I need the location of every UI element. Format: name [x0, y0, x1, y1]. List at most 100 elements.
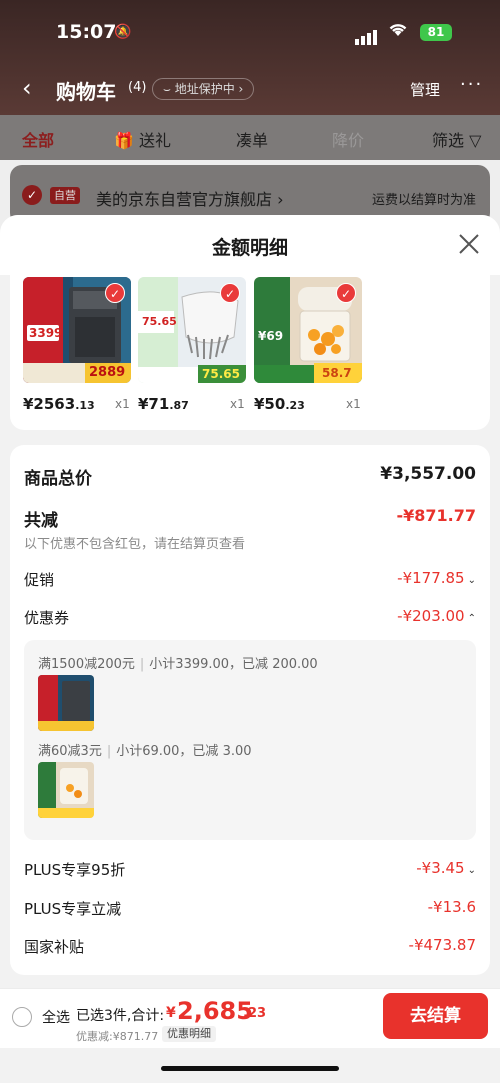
sheet-header: 金额明细	[0, 215, 500, 275]
product-item[interactable]: 3399 2889 ✓ ¥2563.13 x1	[23, 277, 131, 413]
address-protect-label: 地址保护中	[174, 82, 235, 96]
goods-total-row: 商品总价 ¥3,557.00	[24, 464, 476, 489]
coupon-item: 满60减3元 | 小计69.00，已减 3.00	[38, 744, 252, 759]
selected-count: 已选3件,合计:	[76, 1008, 165, 1024]
sheet-title: 金额明细	[211, 237, 288, 259]
store-name[interactable]: 美的京东自营官方旗舰店 ›	[96, 186, 284, 210]
plus-instant-value: -¥13.6	[427, 898, 476, 916]
price-int: ¥50	[254, 395, 286, 413]
home-indicator	[161, 1066, 339, 1071]
product-qty: x1	[346, 397, 361, 411]
total-currency: ¥	[166, 1005, 176, 1021]
subsidy-value: -¥473.87	[408, 936, 476, 954]
self-operated-badge: 自营	[50, 187, 80, 204]
thumb-price: 75.65	[142, 315, 177, 328]
cart-tabs: 全部 🎁 送礼 凑单 降价 筛选 ▽	[0, 115, 500, 160]
total-reduce-label: 共减	[24, 511, 58, 531]
coupon-label: 优惠券	[24, 609, 70, 627]
product-item[interactable]: ¥69 58.7 ✓ ¥50.23 x1	[254, 277, 362, 413]
checkout-button[interactable]: 去结算	[383, 993, 488, 1039]
coupon-detail: 小计69.00，已减 3.00	[116, 744, 252, 759]
mute-bell-icon: 🔕	[114, 24, 132, 40]
coupon-rule: 满1500减200元	[38, 657, 135, 672]
tab-all[interactable]: 全部	[22, 127, 54, 151]
close-icon[interactable]	[458, 233, 480, 255]
price-dec: .87	[169, 399, 189, 412]
tab-filter-label: 筛选	[432, 131, 465, 150]
product-list: 3399 2889 ✓ ¥2563.13 x1 75.65 75.65 ✓ ¥7…	[10, 275, 490, 430]
plus-95-label: PLUS专享95折	[24, 861, 126, 879]
store-checkbox[interactable]: ✓	[22, 185, 42, 205]
coupon-value: -¥203.00 ⌃	[397, 607, 476, 625]
manage-button[interactable]: 管理	[410, 79, 440, 100]
amount-details: 商品总价 ¥3,557.00 共减 -¥871.77 以下优惠不包含红包，请在结…	[10, 445, 490, 975]
signal-icon	[355, 26, 379, 45]
product-price: ¥2563.13	[23, 395, 95, 413]
product-thumbnail: 75.65 75.65 ✓	[138, 277, 246, 383]
reduce-note: 以下优惠不包含红包，请在结算页查看	[24, 537, 246, 552]
product-thumbnail: ¥69 58.7 ✓	[254, 277, 362, 383]
promotion-label: 促销	[24, 571, 55, 589]
checkout-bar: 全选 已选3件,合计: ¥ 2,685 .23 优惠减:¥871.77 优惠明细…	[0, 988, 500, 1048]
subsidy-label: 国家补贴	[24, 938, 85, 956]
price-int: ¥71	[138, 395, 170, 413]
product-price: ¥50.23	[254, 395, 305, 413]
more-icon[interactable]: ···	[460, 74, 483, 95]
product-qty: x1	[230, 397, 245, 411]
price-dec: .13	[75, 399, 95, 412]
total-amount: 2,685	[177, 997, 253, 1025]
amount-detail-sheet: 金额明细 3399 2889 ✓ ¥2563.13 x1 75.65 75.65…	[0, 215, 500, 1083]
tab-bundle[interactable]: 凑单	[236, 127, 268, 151]
address-protect-badge[interactable]: ⌣ 地址保护中 ›	[152, 78, 255, 100]
page-title: 购物车	[56, 80, 116, 104]
store-arrow: ›	[277, 190, 284, 209]
thumb-price: 3399	[29, 326, 63, 340]
thumb-subsidy-price: 2889	[89, 365, 126, 380]
total-reduce-row: 共减 -¥871.77	[24, 506, 476, 531]
coupon-detail: 小计3399.00，已减 200.00	[149, 657, 318, 672]
cart-navbar: ‹ 购物车 (4) ⌣ 地址保护中 › 管理 ···	[0, 70, 500, 110]
selected-check-icon: ✓	[105, 283, 125, 303]
tab-filter[interactable]: 筛选 ▽	[432, 127, 481, 151]
shield-icon: ⌣	[163, 82, 175, 96]
discount-summary: 优惠减:¥871.77	[76, 1030, 159, 1043]
plus-instant-row: PLUS专享立减 -¥13.6	[24, 898, 476, 922]
product-thumbnail: 3399 2889 ✓	[23, 277, 131, 383]
battery-indicator: 81	[420, 24, 452, 41]
coupon-product-thumbnail	[38, 675, 94, 731]
plus-instant-label: PLUS专享立减	[24, 900, 122, 918]
plus-95-row[interactable]: PLUS专享95折 -¥3.45 ⌄	[24, 859, 476, 883]
promotion-row[interactable]: 促销 -¥177.85 ⌄	[24, 569, 476, 593]
wifi-icon	[388, 21, 408, 42]
tab-price-drop[interactable]: 降价	[332, 127, 364, 151]
back-arrow-icon[interactable]: ‹	[22, 74, 32, 102]
plus-95-amount: -¥3.45	[416, 859, 465, 877]
coupon-item: 满1500减200元 | 小计3399.00，已减 200.00	[38, 657, 318, 672]
thumb-price: ¥69	[258, 329, 284, 343]
chevron-down-icon: ⌄	[467, 575, 476, 586]
coupon-amount: -¥203.00	[397, 607, 465, 625]
thumb-subsidy-price: 75.65	[202, 367, 240, 381]
gift-icon: 🎁	[114, 131, 134, 150]
subsidy-row: 国家补贴 -¥473.87	[24, 936, 476, 960]
coupon-details: 满1500减200元 | 小计3399.00，已减 200.00 满60减3元 | 小计…	[24, 640, 476, 840]
total-reduce-value: -¥871.77	[396, 506, 476, 525]
coupon-product-thumbnail	[38, 762, 94, 818]
chevron-down-icon: ⌄	[467, 865, 476, 876]
thumb-subsidy-price: 58.7	[322, 366, 352, 380]
tab-gift[interactable]: 🎁 送礼	[114, 127, 171, 151]
status-time: 15:07	[56, 21, 117, 43]
promotion-value: -¥177.85 ⌄	[397, 569, 476, 587]
selected-check-icon: ✓	[336, 283, 356, 303]
product-item[interactable]: 75.65 75.65 ✓ ¥71.87 x1	[138, 277, 246, 413]
tab-gift-label: 送礼	[139, 131, 172, 150]
product-qty: x1	[115, 397, 130, 411]
goods-total-label: 商品总价	[24, 469, 92, 489]
coupon-row[interactable]: 优惠券 -¥203.00 ⌃	[24, 607, 476, 631]
coupon-rule: 满60减3元	[38, 744, 102, 759]
goods-total-value: ¥3,557.00	[380, 464, 476, 484]
discount-detail-button[interactable]: 优惠明细	[162, 1026, 216, 1042]
select-all-radio[interactable]	[12, 1007, 32, 1027]
select-all-label[interactable]: 全选	[42, 1007, 70, 1027]
filter-icon: ▽	[469, 131, 482, 150]
